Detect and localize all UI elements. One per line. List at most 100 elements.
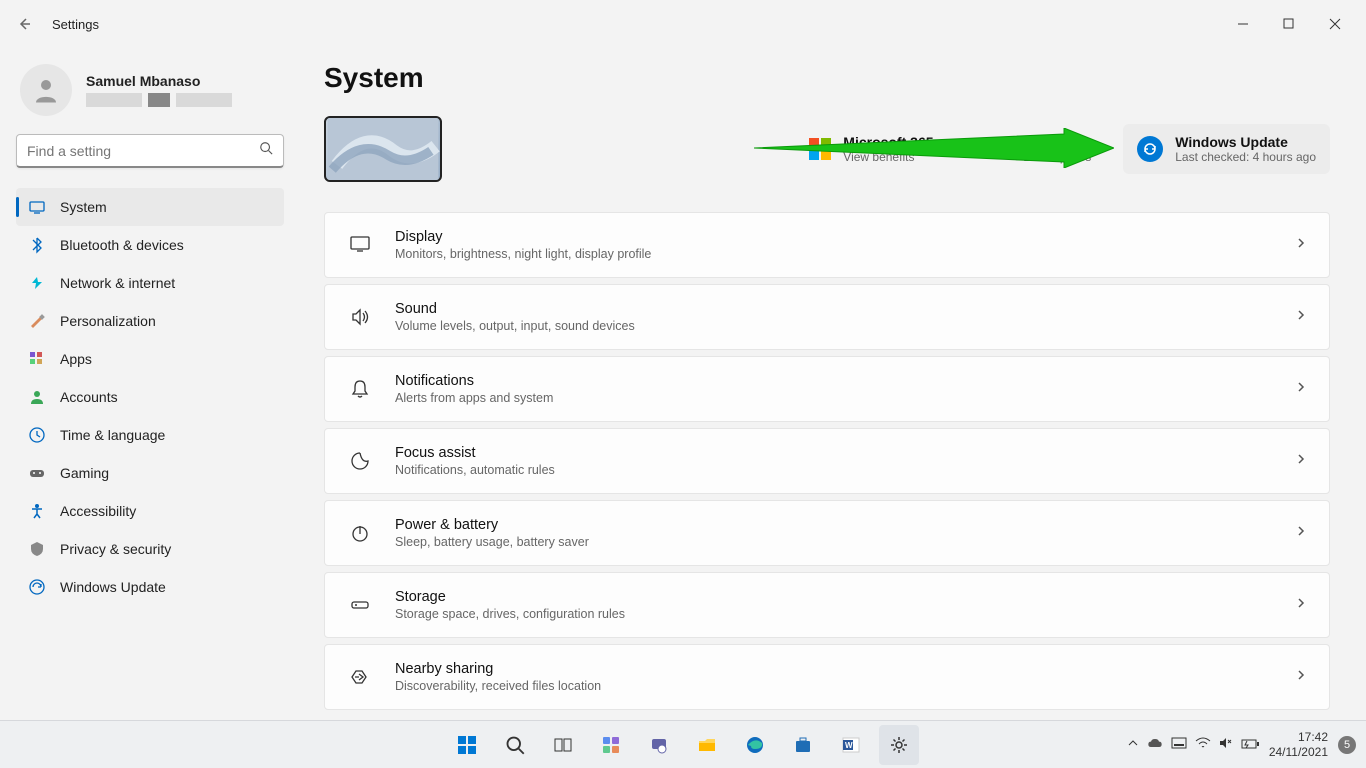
chevron-right-icon <box>1295 236 1307 254</box>
edge[interactable] <box>735 725 775 765</box>
onedrive-tray-icon[interactable] <box>1147 737 1163 752</box>
search-box[interactable] <box>16 134 284 168</box>
nav-item-time[interactable]: Time & language <box>16 416 284 454</box>
file-explorer[interactable] <box>687 725 727 765</box>
nav-item-system[interactable]: System <box>16 188 284 226</box>
nav-item-update[interactable]: Windows Update <box>16 568 284 606</box>
accounts-icon <box>28 388 46 406</box>
start-button[interactable] <box>447 725 487 765</box>
tile-windows-update[interactable]: Windows Update Last checked: 4 hours ago <box>1123 124 1330 174</box>
power-icon <box>347 522 373 544</box>
profile-email-redacted <box>86 93 232 107</box>
nav-item-privacy[interactable]: Privacy & security <box>16 530 284 568</box>
nav-item-personalization[interactable]: Personalization <box>16 302 284 340</box>
storage-icon <box>347 594 373 616</box>
setting-nearby[interactable]: Nearby sharingDiscoverability, received … <box>324 644 1330 710</box>
wifi-icon[interactable] <box>1195 737 1211 752</box>
store-icon <box>793 735 813 755</box>
onedrive-icon <box>980 138 1002 160</box>
display-icon <box>347 234 373 256</box>
taskview-icon <box>553 735 573 755</box>
main-panel: System Microsoft 365 View benefits <box>300 48 1366 720</box>
sync-icon <box>1137 136 1163 162</box>
nav-item-network[interactable]: Network & internet <box>16 264 284 302</box>
tray-chevron-icon[interactable] <box>1127 737 1139 752</box>
chevron-right-icon <box>1295 452 1307 470</box>
windows-logo-icon <box>456 734 478 756</box>
setting-storage[interactable]: StorageStorage space, drives, configurat… <box>324 572 1330 638</box>
maximize-button[interactable] <box>1266 8 1312 40</box>
setting-display[interactable]: Display Monitors, brightness, night light… <box>324 212 1330 278</box>
search-input[interactable] <box>27 143 259 159</box>
window-title: Settings <box>52 17 99 32</box>
chevron-right-icon <box>1295 668 1307 686</box>
volume-icon[interactable] <box>1219 737 1233 752</box>
system-icon <box>28 198 46 216</box>
tile-m365-title: Microsoft 365 <box>843 134 933 150</box>
chevron-right-icon <box>1295 308 1307 326</box>
nav-item-gaming[interactable]: Gaming <box>16 454 284 492</box>
network-icon <box>28 274 46 292</box>
widgets-icon <box>601 735 621 755</box>
nav-label: Apps <box>60 351 92 367</box>
nav-item-accounts[interactable]: Accounts <box>16 378 284 416</box>
taskbar: W 17:42 24/11/2021 5 <box>0 720 1366 768</box>
setting-sub: Alerts from apps and system <box>395 391 1295 405</box>
bluetooth-icon <box>28 236 46 254</box>
nav-item-apps[interactable]: Apps <box>16 340 284 378</box>
store[interactable] <box>783 725 823 765</box>
word[interactable]: W <box>831 725 871 765</box>
nav-label: Accounts <box>60 389 118 405</box>
close-button[interactable] <box>1312 8 1358 40</box>
setting-focus[interactable]: Focus assistNotifications, automatic rul… <box>324 428 1330 494</box>
nav-item-bluetooth[interactable]: Bluetooth & devices <box>16 226 284 264</box>
setting-title: Sound <box>395 301 1295 317</box>
setting-sub: Monitors, brightness, night light, displ… <box>395 247 1295 261</box>
accessibility-icon <box>28 502 46 520</box>
minimize-button[interactable] <box>1220 8 1266 40</box>
clock[interactable]: 17:42 24/11/2021 <box>1269 730 1328 759</box>
focus-icon <box>347 450 373 472</box>
setting-title: Power & battery <box>395 517 1295 533</box>
setting-sound[interactable]: Sound Volume levels, output, input, sound… <box>324 284 1330 350</box>
page-title: System <box>324 62 1330 94</box>
taskbar-search[interactable] <box>495 725 535 765</box>
chat[interactable] <box>639 725 679 765</box>
privacy-icon <box>28 540 46 558</box>
search-icon <box>505 735 525 755</box>
time-icon <box>28 426 46 444</box>
gaming-icon <box>28 464 46 482</box>
clock-time: 17:42 <box>1269 730 1328 744</box>
chevron-right-icon <box>1295 524 1307 542</box>
wallpaper-icon <box>326 118 440 180</box>
widgets[interactable] <box>591 725 631 765</box>
desktop-thumbnail[interactable] <box>324 116 442 182</box>
tile-onedrive-title: OneDrive <box>1014 132 1092 148</box>
setting-title: Focus assist <box>395 445 1295 461</box>
tile-update-title: Windows Update <box>1175 134 1316 150</box>
nav-label: Accessibility <box>60 503 136 519</box>
profile-name: Samuel Mbanaso <box>86 73 232 89</box>
nav-list: SystemBluetooth & devicesNetwork & inter… <box>16 188 284 606</box>
personalization-icon <box>28 312 46 330</box>
notification-badge[interactable]: 5 <box>1338 736 1356 754</box>
setting-title: Nearby sharing <box>395 661 1295 677</box>
tile-onedrive[interactable]: OneDrive ●Back up files <box>966 122 1106 176</box>
search-icon <box>259 141 273 160</box>
back-button[interactable] <box>8 8 40 40</box>
task-view[interactable] <box>543 725 583 765</box>
tile-microsoft365[interactable]: Microsoft 365 View benefits <box>795 124 947 174</box>
avatar <box>20 64 72 116</box>
settings-taskbar[interactable] <box>879 725 919 765</box>
nav-item-accessibility[interactable]: Accessibility <box>16 492 284 530</box>
setting-title: Display <box>395 229 1295 245</box>
arrow-left-icon <box>16 16 32 32</box>
nav-label: Privacy & security <box>60 541 171 557</box>
profile-block[interactable]: Samuel Mbanaso <box>20 64 284 116</box>
battery-icon[interactable] <box>1241 738 1259 752</box>
setting-notifications[interactable]: NotificationsAlerts from apps and system <box>324 356 1330 422</box>
keyboard-tray-icon[interactable] <box>1171 737 1187 752</box>
setting-power[interactable]: Power & batterySleep, battery usage, bat… <box>324 500 1330 566</box>
setting-sub: Volume levels, output, input, sound devi… <box>395 319 1295 333</box>
setting-sub: Storage space, drives, configuration rul… <box>395 607 1295 621</box>
